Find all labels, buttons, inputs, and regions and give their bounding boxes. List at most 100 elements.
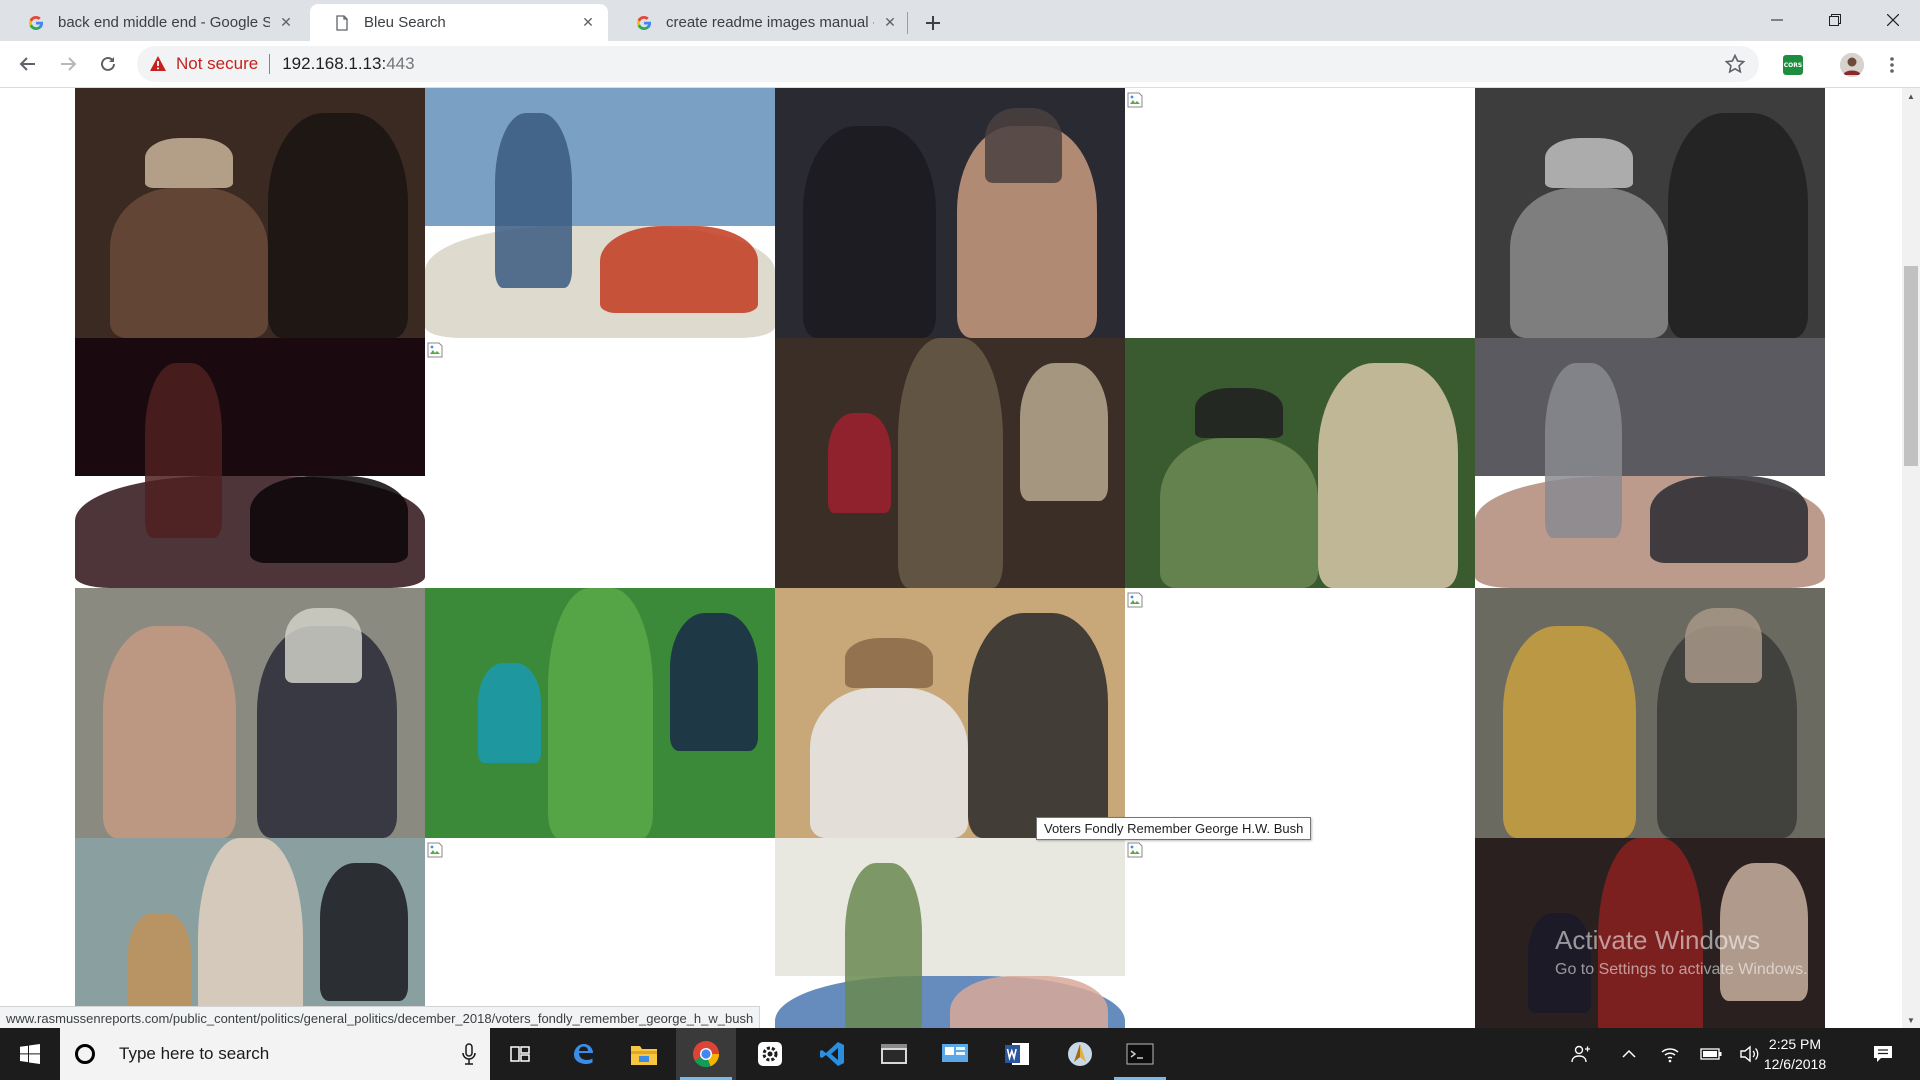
image-result[interactable]	[425, 88, 775, 338]
vscode-icon	[820, 1042, 844, 1066]
image-result[interactable]	[775, 838, 1125, 1028]
image-fill	[267, 113, 408, 338]
cmd-app-button[interactable]	[1110, 1028, 1170, 1080]
start-button[interactable]	[0, 1028, 60, 1080]
broken-image-result[interactable]	[1125, 588, 1475, 838]
scroll-down-arrow-icon[interactable]: ▼	[1902, 1012, 1920, 1028]
image-fill	[1020, 363, 1108, 501]
image-fill	[1650, 475, 1808, 563]
plus-icon	[926, 16, 940, 30]
people-button[interactable]	[1566, 1028, 1596, 1080]
activate-windows-subtitle: Go to Settings to activate Windows.	[1555, 961, 1808, 978]
broken-image-result[interactable]	[425, 338, 775, 588]
image-result[interactable]	[775, 338, 1125, 588]
action-center-button[interactable]	[1860, 1028, 1906, 1080]
word-app-button[interactable]	[987, 1028, 1047, 1080]
file-explorer-button[interactable]	[614, 1028, 674, 1080]
image-result[interactable]	[1125, 338, 1475, 588]
battery-button[interactable]	[1696, 1028, 1726, 1080]
tab-google-backend[interactable]: back end middle end - Google Se ✕	[4, 4, 306, 41]
profile-avatar[interactable]	[1840, 53, 1864, 77]
broken-image-icon	[1127, 92, 1143, 108]
image-fill	[845, 638, 933, 688]
image-fill	[547, 588, 653, 838]
broken-image-result[interactable]	[425, 838, 775, 1028]
vertical-scrollbar[interactable]	[1902, 88, 1920, 1028]
image-fill	[1667, 113, 1808, 338]
image-result[interactable]	[75, 88, 425, 338]
control-panel-button[interactable]	[925, 1028, 985, 1080]
image-fill	[145, 363, 222, 538]
broken-image-result[interactable]	[1125, 88, 1475, 338]
not-secure-label[interactable]: Not secure	[176, 54, 258, 74]
tab-bleu-search[interactable]: Bleu Search ✕	[310, 4, 608, 41]
image-result[interactable]	[775, 588, 1125, 838]
arrow-left-icon	[19, 57, 35, 71]
image-fill	[967, 613, 1108, 838]
close-tab-icon[interactable]: ✕	[580, 14, 596, 31]
terminal-app-button[interactable]	[864, 1028, 924, 1080]
close-tab-icon[interactable]: ✕	[882, 14, 898, 31]
chrome-menu-button[interactable]	[1880, 53, 1904, 77]
bookmark-star-icon[interactable]	[1725, 54, 1745, 74]
forward-button[interactable]	[52, 48, 84, 80]
image-result[interactable]	[75, 338, 425, 588]
close-tab-icon[interactable]: ✕	[278, 14, 294, 31]
image-results-grid	[75, 88, 1825, 1028]
image-result[interactable]	[75, 838, 425, 1028]
image-fill	[110, 188, 268, 338]
image-fill	[75, 338, 425, 476]
image-fill	[803, 125, 936, 338]
task-view-button[interactable]	[490, 1028, 550, 1080]
broken-image-result[interactable]	[1125, 838, 1475, 1028]
taskbar-search-box[interactable]: Type here to search	[60, 1028, 490, 1080]
minimize-button[interactable]	[1748, 0, 1806, 40]
warning-icon[interactable]	[149, 55, 167, 73]
windows-logo-icon	[20, 1044, 40, 1064]
settings-app-button[interactable]	[740, 1028, 800, 1080]
google-g-icon	[637, 15, 651, 30]
battery-icon	[1700, 1048, 1722, 1060]
image-fill	[1545, 363, 1622, 538]
compass-app-button[interactable]	[1050, 1028, 1110, 1080]
people-icon	[1571, 1045, 1590, 1063]
image-result[interactable]	[1475, 88, 1825, 338]
close-window-button[interactable]	[1864, 0, 1920, 40]
restore-button[interactable]	[1806, 0, 1864, 40]
back-button[interactable]	[12, 48, 44, 80]
avatar-icon	[1840, 53, 1864, 77]
chrome-app-button[interactable]	[676, 1028, 736, 1080]
scroll-up-arrow-icon[interactable]: ▲	[1902, 88, 1920, 104]
image-fill	[670, 613, 758, 751]
scrollbar-thumb[interactable]	[1904, 266, 1918, 466]
edge-app-button[interactable]	[553, 1028, 613, 1080]
system-clock[interactable]: 2:25 PM 12/6/2018	[1752, 1034, 1838, 1074]
show-hidden-icons-button[interactable]	[1614, 1028, 1644, 1080]
omnibox-divider	[269, 54, 271, 74]
url-port: 443	[386, 54, 415, 73]
image-fill	[250, 475, 408, 563]
vscode-app-button[interactable]	[802, 1028, 862, 1080]
tab-google-readme[interactable]: create readme images manual - G ✕	[612, 4, 910, 41]
network-button[interactable]	[1655, 1028, 1685, 1080]
notification-icon	[1874, 1046, 1892, 1062]
cors-extension-icon[interactable]: CORS	[1783, 55, 1803, 75]
image-result[interactable]	[1475, 338, 1825, 588]
link-status-bar: www.rasmussenreports.com/public_content/…	[0, 1006, 761, 1030]
image-result[interactable]	[775, 88, 1125, 338]
microphone-icon[interactable]	[462, 1043, 476, 1065]
reload-button[interactable]	[92, 48, 124, 80]
image-result[interactable]	[75, 588, 425, 838]
address-bar[interactable]: Not secure 192.168.1.13: 443	[137, 46, 1759, 82]
broken-image-icon	[1127, 592, 1143, 608]
new-tab-button[interactable]	[918, 8, 948, 38]
image-fill	[127, 913, 191, 1013]
search-placeholder: Type here to search	[119, 1044, 270, 1063]
image-fill	[897, 338, 1003, 588]
image-result[interactable]	[425, 588, 775, 838]
broken-image-icon	[1127, 842, 1143, 858]
tab-title: Bleu Search	[364, 14, 446, 31]
edge-icon	[574, 1044, 593, 1064]
tab-title: back end middle end - Google Se	[58, 14, 270, 31]
image-result[interactable]	[1475, 588, 1825, 838]
